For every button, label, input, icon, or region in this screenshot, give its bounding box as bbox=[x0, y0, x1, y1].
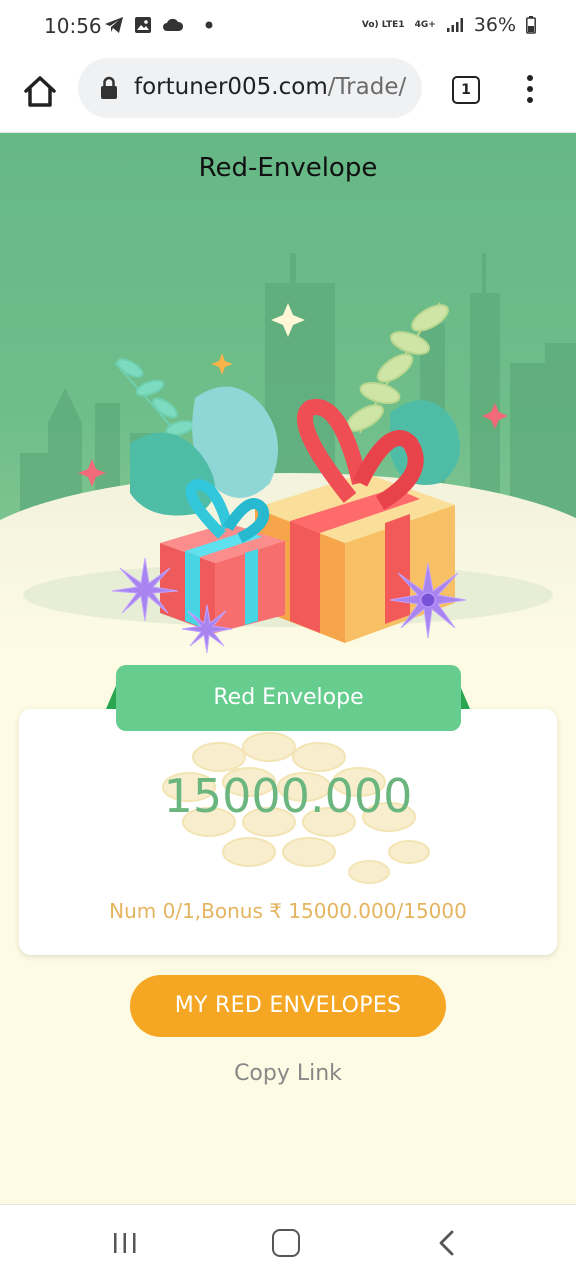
gallery-icon bbox=[135, 17, 151, 33]
status-time: 10:56 bbox=[44, 14, 102, 38]
recent-apps-icon[interactable] bbox=[112, 1231, 138, 1255]
system-navigation-bar bbox=[0, 1204, 576, 1281]
bonus-amount: 15000.000 bbox=[163, 769, 413, 823]
battery-icon bbox=[526, 16, 536, 34]
home-button-icon[interactable] bbox=[272, 1229, 300, 1257]
copy-link[interactable]: Copy Link bbox=[0, 1061, 576, 1086]
network-type: 4G+ bbox=[414, 20, 436, 30]
envelope-card: 15000.000 Num 0/1,Bonus ₹ 15000.000/1500… bbox=[19, 709, 557, 955]
gift-boxes-illustration bbox=[23, 302, 553, 654]
bonus-detail: Num 0/1,Bonus ₹ 15000.000/15000 bbox=[109, 899, 467, 923]
cloud-icon bbox=[163, 18, 184, 31]
address-bar[interactable]: fortuner005.com/Trade/ bbox=[78, 58, 422, 118]
url-domain: fortuner005.com bbox=[134, 74, 328, 100]
lock-icon bbox=[101, 76, 117, 99]
url-text: fortuner005.com/Trade/ bbox=[134, 74, 406, 100]
tab-switcher-button[interactable]: 1 bbox=[452, 76, 480, 104]
signal-icon bbox=[446, 18, 463, 32]
red-envelope-ribbon: Red Envelope bbox=[116, 665, 461, 731]
battery-percent: 36% bbox=[473, 14, 516, 36]
home-icon[interactable] bbox=[20, 72, 60, 112]
volte-indicator: Vo) LTE1 bbox=[361, 20, 405, 30]
browser-toolbar: fortuner005.com/Trade/ 1 bbox=[0, 56, 576, 133]
page-title: Red-Envelope bbox=[198, 153, 378, 183]
back-icon[interactable] bbox=[436, 1229, 456, 1257]
red-envelope-page: Red-Envelope 15000.000 Num 0/1,Bonus ₹ 1… bbox=[0, 133, 576, 1204]
notification-dot-icon bbox=[205, 21, 213, 29]
url-path: /Trade/ bbox=[327, 74, 407, 100]
telegram-icon bbox=[105, 17, 123, 33]
my-red-envelopes-button[interactable]: MY RED ENVELOPES bbox=[130, 975, 446, 1037]
status-bar: 10:56 Vo) LTE1 4G+ 36% bbox=[0, 0, 576, 56]
browser-menu-icon[interactable] bbox=[522, 72, 538, 108]
